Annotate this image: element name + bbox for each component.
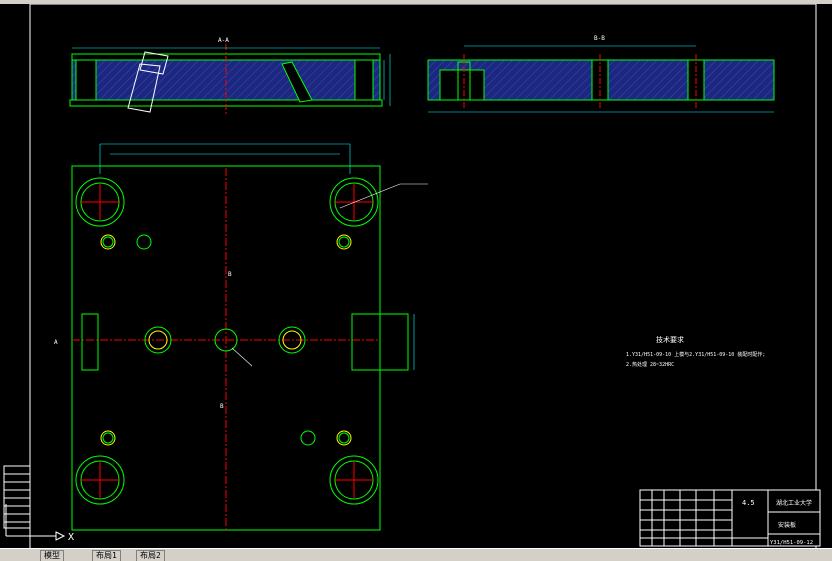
tab-layout1[interactable]: 布局1 bbox=[92, 550, 121, 561]
tab-layout2[interactable]: 布局2 bbox=[136, 550, 165, 561]
section-aa-label: A-A bbox=[218, 37, 229, 44]
layout-tabs: 模型 布局1 布局2 bbox=[0, 548, 832, 561]
tech-title: 技术要求 bbox=[656, 335, 684, 344]
title-block-drawing-no: Y31/H51-09-12 bbox=[770, 540, 813, 546]
section-aa-view[interactable] bbox=[69, 44, 391, 114]
marker-b-bottom: B bbox=[220, 403, 224, 410]
tab-model[interactable]: 模型 bbox=[40, 550, 64, 561]
title-block-scale: 4.5 bbox=[742, 499, 755, 507]
tech-line-1: 1.Y31/H51-09-10 上模与2.Y31/H51-09-10 装配时配作… bbox=[626, 351, 765, 358]
marker-a-left: A bbox=[54, 339, 58, 346]
cad-drawing-canvas[interactable]: A-A B-B A B B 技术要求 1.Y31/H51-09-10 上模与2.… bbox=[0, 4, 832, 548]
marker-b-top: B bbox=[228, 271, 232, 278]
ucs-x-label: X bbox=[68, 532, 74, 543]
section-bb-view[interactable] bbox=[427, 45, 775, 113]
title-block-part-name: 安装板 bbox=[778, 521, 796, 529]
technical-requirements: 技术要求 1.Y31/H51-09-10 上模与2.Y31/H51-09-10 … bbox=[626, 335, 765, 368]
title-block[interactable]: 4.5 湖北工业大学 安装板 Y31/H51-09-12 bbox=[639, 489, 821, 547]
title-block-company: 湖北工业大学 bbox=[776, 499, 812, 507]
plan-view[interactable] bbox=[71, 143, 428, 531]
tech-line-2: 2.热处理 28~32HRC bbox=[626, 361, 674, 368]
section-bb-label: B-B bbox=[594, 35, 605, 42]
revision-block bbox=[3, 465, 31, 529]
